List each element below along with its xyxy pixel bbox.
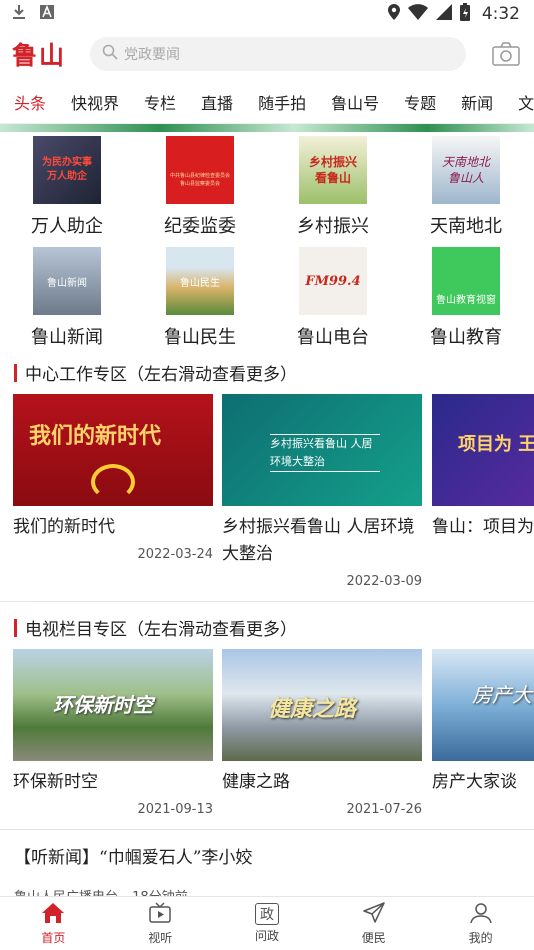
clock-time: 4:32: [481, 4, 520, 24]
wifi-icon: [407, 4, 428, 24]
card-health[interactable]: 健康之路 健康之路 2021-07-26: [222, 649, 422, 817]
grid-item-enterprise[interactable]: 为民办实事 万人助企 万人助企: [7, 136, 127, 238]
card-image: 环保新时空: [13, 649, 213, 761]
tab-special[interactable]: 专题: [404, 90, 436, 114]
grid-item-discipline[interactable]: 中共鲁山县纪律检查委员会 鲁山县监察委员会 纪委监委: [140, 136, 260, 238]
card-new-era[interactable]: 我们的新时代 我们的新时代 2022-03-24: [13, 394, 213, 562]
grid-item-lushan-news[interactable]: 鲁山新闻 鲁山新闻: [7, 247, 127, 349]
card-image: 项目为 王 产: [432, 394, 534, 506]
home-icon: [41, 902, 65, 927]
card-image: 房产大: [432, 649, 534, 761]
tab-snapshot[interactable]: 随手拍: [258, 90, 306, 114]
signal-icon: [435, 4, 452, 24]
grid-thumb: 中共鲁山县纪律检查委员会 鲁山县监察委员会: [166, 136, 234, 204]
card-rural-revitalization[interactable]: 乡村振兴看鲁山 人居环境大整治 乡村振兴看鲁山 人居环境大整治 2022-03-…: [222, 394, 422, 589]
tab-live[interactable]: 直播: [201, 90, 233, 114]
grid-thumb: 天南地北 鲁山人: [432, 136, 500, 204]
section-title-center-work: 中心工作专区（左右滑动查看更多）: [14, 360, 297, 385]
channel-tabs: 头条 快视界 专栏 直播 随手拍 鲁山号 专题 新闻 文: [0, 80, 534, 124]
grid-thumb: 乡村振兴 看鲁山: [299, 136, 367, 204]
search-input[interactable]: 党政要闻: [90, 37, 466, 71]
grid-item-livelihood[interactable]: 鲁山民生 鲁山民生: [140, 247, 260, 349]
nav-service[interactable]: 便民: [320, 897, 427, 950]
divider: [0, 601, 534, 602]
zheng-icon: 政: [254, 903, 279, 925]
banner-image-edge: [0, 124, 534, 132]
card-image: 我们的新时代: [13, 394, 213, 506]
card-project[interactable]: 项目为 王 产 鲁山：项目为: [432, 394, 534, 547]
grid-thumb: 鲁山教育视窗: [432, 247, 500, 315]
grid-thumb: FM99.4: [299, 247, 367, 315]
grid-item-radio[interactable]: FM99.4 鲁山电台: [273, 247, 393, 349]
location-icon: [387, 4, 400, 24]
nav-audio-video[interactable]: 视听: [107, 897, 214, 950]
grid-item-everywhere[interactable]: 天南地北 鲁山人 天南地北: [406, 136, 526, 238]
tab-news[interactable]: 新闻: [461, 90, 493, 114]
bottom-nav: 首页 视听 政 问政 便民 我的: [0, 896, 534, 950]
center-work-carousel[interactable]: 我们的新时代 我们的新时代 2022-03-24 乡村振兴看鲁山 人居环境大整治…: [13, 394, 534, 596]
grid-item-rural[interactable]: 乡村振兴 看鲁山 乡村振兴: [273, 136, 393, 238]
search-icon: [102, 44, 118, 64]
app-header: 鲁山 党政要闻: [0, 28, 534, 80]
section-title-tv: 电视栏目专区（左右滑动查看更多）: [14, 615, 297, 640]
app-logo: 鲁山: [12, 41, 67, 70]
tab-lushan-account[interactable]: 鲁山号: [331, 90, 379, 114]
grid-item-education[interactable]: 鲁山教育视窗 鲁山教育: [406, 247, 526, 349]
tv-carousel[interactable]: 环保新时空 环保新时空 2021-09-13 健康之路 健康之路 2021-07…: [13, 649, 534, 824]
divider: [0, 829, 534, 830]
grid-thumb: 鲁山民生: [166, 247, 234, 315]
nav-mine[interactable]: 我的: [427, 897, 534, 950]
tab-headlines[interactable]: 头条: [14, 90, 46, 114]
nav-home[interactable]: 首页: [0, 897, 107, 950]
tab-quick-view[interactable]: 快视界: [71, 90, 119, 114]
notification-a-icon: [40, 4, 54, 23]
grid-thumb: 为民办实事 万人助企: [33, 136, 101, 204]
battery-icon: [459, 3, 470, 25]
card-environment[interactable]: 环保新时空 环保新时空 2021-09-13: [13, 649, 213, 817]
grid-thumb: 鲁山新闻: [33, 247, 101, 315]
card-image: 乡村振兴看鲁山 人居环境大整治: [222, 394, 422, 506]
camera-icon[interactable]: [492, 42, 520, 66]
status-bar: 4:32: [0, 0, 534, 28]
search-placeholder: 党政要闻: [124, 47, 180, 63]
nav-inquiry[interactable]: 政 问政: [214, 897, 321, 950]
tab-culture[interactable]: 文: [518, 90, 534, 114]
card-image: 健康之路: [222, 649, 422, 761]
tv-icon: [148, 901, 172, 927]
tab-column[interactable]: 专栏: [144, 90, 176, 114]
user-icon: [469, 902, 493, 927]
download-icon: [12, 4, 26, 24]
card-real-estate[interactable]: 房产大 房产大家谈: [432, 649, 534, 802]
send-icon: [362, 901, 386, 927]
